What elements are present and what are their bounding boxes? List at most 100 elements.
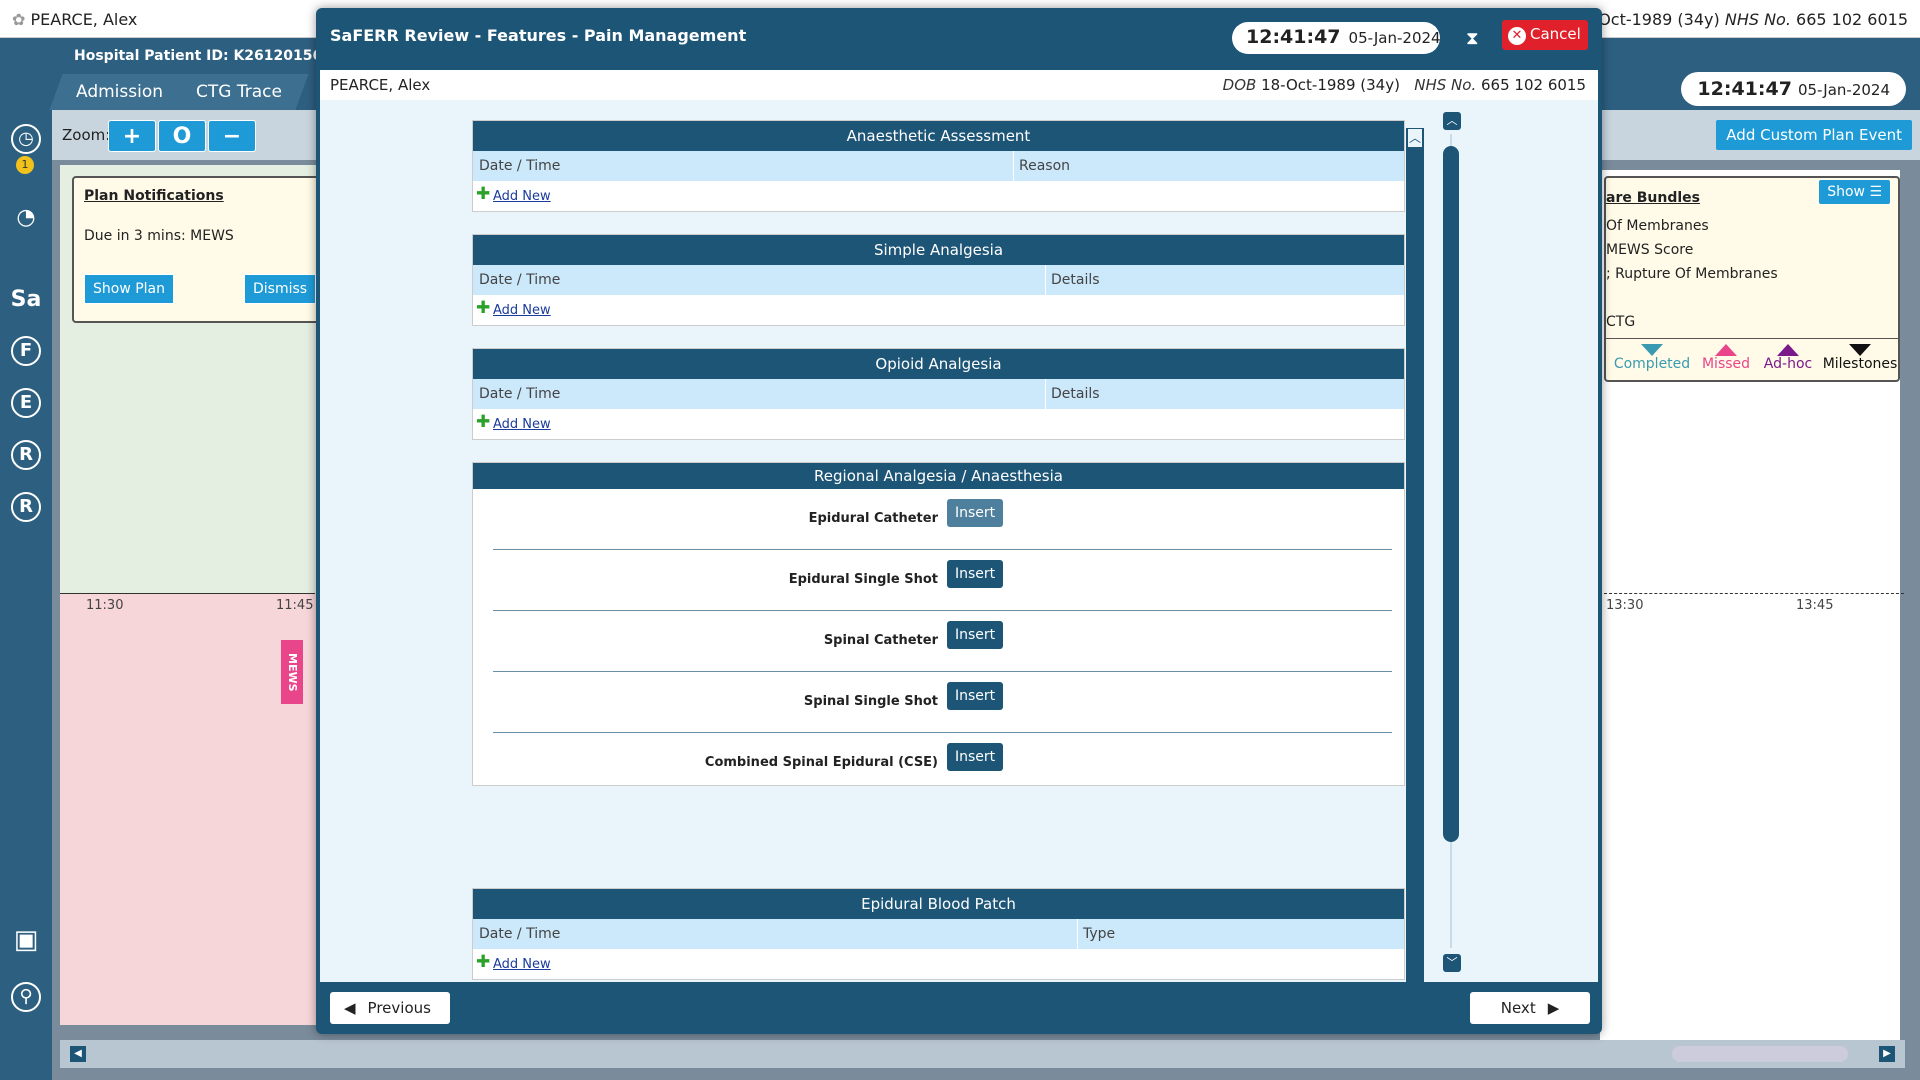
show-bundles-button[interactable]: Show ☰: [1819, 180, 1890, 204]
scroll-right-icon[interactable]: ▶: [1879, 1046, 1895, 1062]
add-new-link[interactable]: Add New: [493, 957, 551, 972]
regional-row-label: Combined Spinal Epidural (CSE): [704, 755, 938, 770]
adhoc-triangle-icon: [1777, 344, 1799, 356]
add-new-row: ✚ Add New: [473, 295, 1404, 325]
modal-title: SaFERR Review - Features - Pain Manageme…: [330, 26, 747, 45]
completed-triangle-icon: [1641, 344, 1663, 356]
column-divider: [1045, 265, 1046, 295]
tick-label: 11:45: [276, 598, 314, 613]
column-date-time: Date / Time: [479, 272, 561, 288]
column-headers: Date / Time Details: [473, 265, 1404, 295]
regional-row-epidural-catheter: Epidural Catheter Insert: [473, 489, 1404, 550]
regional-row-label: Spinal Catheter: [823, 633, 938, 648]
horizontal-scroll-thumb[interactable]: [1672, 1046, 1848, 1062]
mews-marker[interactable]: MEWS: [281, 640, 303, 704]
column-divider: [1045, 379, 1046, 409]
regional-row-spinal-catheter: Spinal Catheter Insert: [473, 611, 1404, 672]
modal-patient-dob: DOB 18-Oct-1989 (34y) NHS No. 665 102 60…: [1222, 76, 1586, 94]
section-header: Simple Analgesia: [473, 235, 1404, 265]
timeline-axis-right: [1604, 593, 1904, 594]
column-date-time: Date / Time: [479, 386, 561, 402]
insert-epidural-single-shot-button[interactable]: Insert: [947, 560, 1004, 588]
add-new-row: ✚ Add New: [473, 181, 1404, 211]
filter-icon[interactable]: ⧗: [1466, 28, 1479, 49]
insert-epidural-catheter-button[interactable]: Insert: [947, 499, 1004, 527]
monitor-icon[interactable]: ▣: [6, 920, 46, 960]
section-anaesthetic-assessment: Anaesthetic Assessment Date / Time Reaso…: [472, 120, 1405, 212]
zoom-label: Zoom:: [62, 126, 111, 144]
section-regional-analgesia: Regional Analgesia / Anaesthesia Epidura…: [472, 462, 1405, 786]
plan-notifications-title: Plan Notifications: [84, 188, 224, 204]
modal-scrollbar[interactable]: ︿ ﹀: [1443, 110, 1461, 972]
bundle-item: ; Rupture Of Membranes: [1606, 266, 1778, 282]
section-epidural-blood-patch: Epidural Blood Patch Date / Time Type ✚ A…: [472, 888, 1405, 980]
dismiss-button[interactable]: Dismiss: [244, 274, 317, 304]
column-headers: Date / Time Details: [473, 379, 1404, 409]
regional-row-label: Spinal Single Shot: [803, 694, 938, 709]
tick-label: 13:45: [1796, 598, 1834, 613]
sidebar-item-f[interactable]: F: [11, 336, 41, 366]
cancel-button[interactable]: ✕ Cancel: [1502, 20, 1588, 50]
search-icon[interactable]: ⚲: [11, 982, 41, 1012]
tab-admission[interactable]: Admission: [49, 74, 190, 110]
add-new-row: ✚ Add New: [473, 949, 1404, 979]
modal-patient-name: PEARCE, Alex: [330, 76, 431, 94]
left-sidebar: ◷ 1 ◔ Sa F E R R ▣ ⚲: [0, 110, 52, 1080]
missed-triangle-icon: [1715, 344, 1737, 356]
section-opioid-analgesia: Opioid Analgesia Date / Time Details ✚ Ad…: [472, 348, 1405, 440]
scroll-down-icon[interactable]: ﹀: [1443, 954, 1461, 972]
plus-icon: ✚: [476, 184, 491, 204]
zoom-in-button[interactable]: +: [108, 120, 156, 152]
banner-patient-name: ✿ PEARCE, Alex: [12, 10, 138, 29]
bundle-item: Of Membranes: [1606, 218, 1709, 234]
add-new-link[interactable]: Add New: [493, 189, 551, 204]
insert-cse-button[interactable]: Insert: [947, 743, 1004, 771]
add-custom-plan-event-button[interactable]: Add Custom Plan Event: [1716, 120, 1912, 150]
show-plan-button[interactable]: Show Plan: [84, 274, 175, 304]
scroll-thumb[interactable]: [1443, 146, 1459, 842]
sidebar-item-r2[interactable]: R: [11, 492, 41, 522]
scroll-up-icon[interactable]: ︿: [1443, 112, 1461, 130]
regional-row-cse: Combined Spinal Epidural (CSE) Insert: [473, 733, 1404, 794]
add-new-link[interactable]: Add New: [493, 417, 551, 432]
section-header: Regional Analgesia / Anaesthesia: [473, 463, 1404, 489]
column-divider: [1077, 919, 1078, 949]
plus-icon: ✚: [476, 952, 491, 972]
add-new-link[interactable]: Add New: [493, 303, 551, 318]
next-button[interactable]: Next ▶: [1470, 992, 1590, 1024]
gauge-icon[interactable]: ◔: [6, 198, 46, 238]
horizontal-scrollbar[interactable]: ◀ ▶: [60, 1040, 1905, 1068]
column-date-time: Date / Time: [479, 158, 561, 174]
tab-ctg-trace[interactable]: CTG Trace: [169, 74, 309, 110]
bundle-item: CTG: [1606, 314, 1636, 330]
sidebar-item-sa[interactable]: Sa: [6, 280, 46, 320]
modal-clock[interactable]: 12:41:47 05-Jan-2024: [1232, 22, 1441, 54]
section-scrollbar[interactable]: ︿: [1406, 128, 1424, 982]
timeline-axis-left: [60, 593, 315, 594]
section-header: Opioid Analgesia: [473, 349, 1404, 379]
column-type: Type: [1083, 926, 1116, 942]
scroll-left-icon[interactable]: ◀: [70, 1046, 86, 1062]
section-simple-analgesia: Simple Analgesia Date / Time Details ✚ Ad…: [472, 234, 1405, 326]
section-header: Epidural Blood Patch: [473, 889, 1404, 919]
plus-icon: ✚: [476, 298, 491, 318]
bundle-item: MEWS Score: [1606, 242, 1694, 258]
care-bundles-title: are Bundles: [1606, 190, 1700, 206]
next-arrow-icon: ▶: [1547, 999, 1560, 1017]
column-details: Details: [1051, 272, 1100, 288]
regional-row-epidural-single-shot: Epidural Single Shot Insert: [473, 550, 1404, 611]
close-icon: ✕: [1508, 27, 1526, 45]
legend-divider: [1606, 338, 1898, 339]
column-date-time: Date / Time: [479, 926, 561, 942]
column-headers: Date / Time Reason: [473, 151, 1404, 181]
insert-spinal-catheter-button[interactable]: Insert: [947, 621, 1004, 649]
insert-spinal-single-shot-button[interactable]: Insert: [947, 682, 1004, 710]
sidebar-item-e[interactable]: E: [11, 388, 41, 418]
previous-button[interactable]: ◀ Previous: [330, 992, 450, 1024]
scroll-up-icon[interactable]: ︿: [1407, 128, 1423, 148]
clock-icon[interactable]: ◷: [11, 124, 41, 154]
sidebar-item-r1[interactable]: R: [11, 440, 41, 470]
zoom-reset-button[interactable]: O: [158, 120, 206, 152]
zoom-out-button[interactable]: −: [208, 120, 256, 152]
regional-row-label: Epidural Single Shot: [788, 572, 938, 587]
